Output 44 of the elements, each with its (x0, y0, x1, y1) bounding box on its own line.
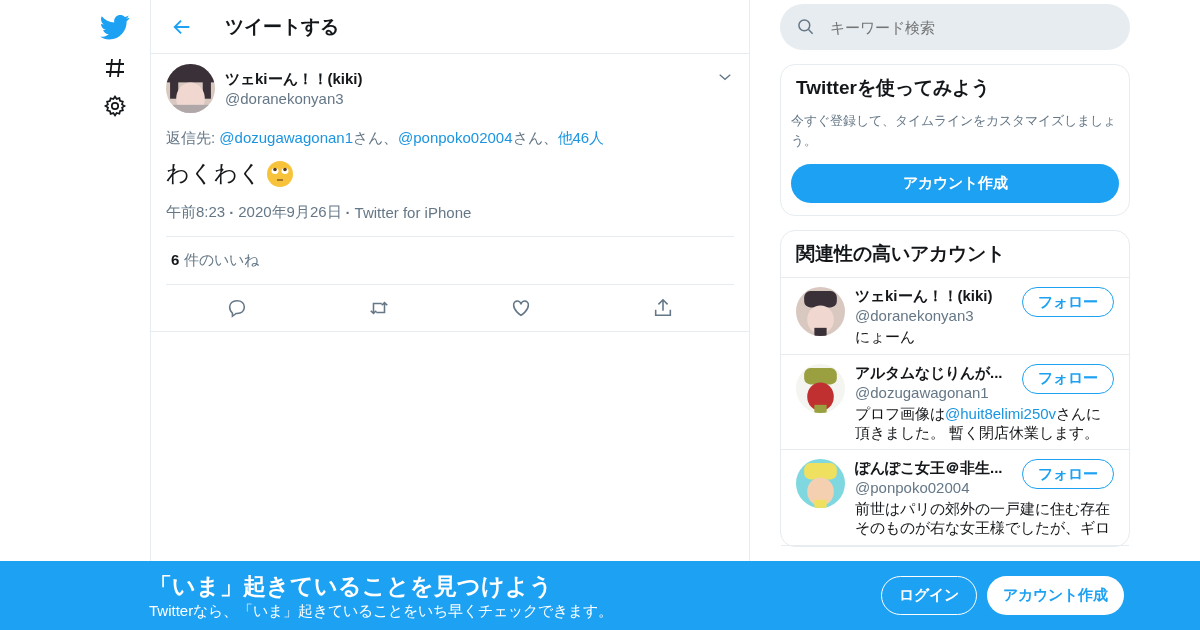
account-bio: にょーん (855, 328, 916, 347)
tweet-text: わくわく (166, 159, 262, 188)
mention-link[interactable]: @ponpoko02004 (398, 129, 513, 146)
mention-link[interactable]: @huit8elimi250v (945, 404, 1057, 422)
user-name: ツェkiーん！！(kiki) (225, 70, 363, 89)
user-handle: @doranekonyan3 (225, 90, 345, 107)
settings-icon[interactable] (103, 94, 127, 118)
card-title: 関連性の高いアカウント (781, 231, 1129, 278)
signup-text: 今すぐ登録して、タイムラインをカスタマイズしましょう。 (791, 112, 1117, 150)
account-bio: 前世はパリの郊外の一戸建に住む存在そのものが右な女王様でしたが、ギロ (855, 500, 1111, 538)
create-account-button[interactable]: アカウント作成 (791, 164, 1119, 203)
likes-count[interactable]: 6 件のいいね (171, 251, 259, 268)
heart-icon[interactable] (510, 297, 532, 319)
emoji-icon (266, 159, 294, 188)
login-button[interactable]: ログイン (881, 576, 977, 615)
follow-button[interactable]: フォロー (1022, 287, 1114, 317)
tweet-source: Twitter for iPhone (354, 204, 472, 221)
account-name: アルタムなじりんが... (855, 363, 1004, 383)
account-name: ツェkiーん！！(kiki) (855, 287, 994, 306)
account-handle: @dozugawagonan1 (855, 383, 990, 401)
follow-button[interactable]: フォロー (1022, 363, 1114, 394)
follow-button[interactable]: フォロー (1022, 459, 1114, 490)
account-bio: プロフ画像は@huit8elimi250vさんに頂きました。 暫く閉店休業します。 (855, 404, 1103, 443)
search-field[interactable]: キーワード検索 (780, 4, 1130, 50)
card-title: Twitterを使ってみよう (795, 76, 991, 100)
account-handle: @doranekonyan3 (855, 307, 975, 324)
banner-title: 「いま」起きていることを見つけよう (149, 571, 554, 601)
page-title: ツイートする (225, 14, 339, 39)
banner-text: Twitterなら、「いま」起きていることをいち早くチェックできます。 (149, 601, 615, 621)
reply-to-text: 返信先: @dozugawagonan1さん、@ponpoko02004さん、他46人 (166, 129, 606, 148)
search-icon (796, 17, 816, 37)
bird-logo-icon[interactable] (100, 12, 130, 42)
reply-icon[interactable] (226, 297, 248, 319)
account-name: ぽんぽこ女王＠非生... (855, 459, 1004, 479)
separator-dot: · (229, 204, 235, 221)
tweet-time: 午前8:23 (166, 203, 226, 222)
create-account-button[interactable]: アカウント作成 (987, 576, 1124, 615)
account-handle: @ponpoko02004 (855, 479, 971, 497)
mention-link[interactable]: 他46人 (557, 129, 605, 146)
hashtag-icon[interactable] (103, 56, 127, 80)
mention-link[interactable]: @dozugawagonan1 (219, 129, 353, 146)
separator-dot: · (345, 204, 351, 221)
share-icon[interactable] (652, 297, 674, 319)
tweet-date: 2020年9月26日 (238, 203, 342, 222)
